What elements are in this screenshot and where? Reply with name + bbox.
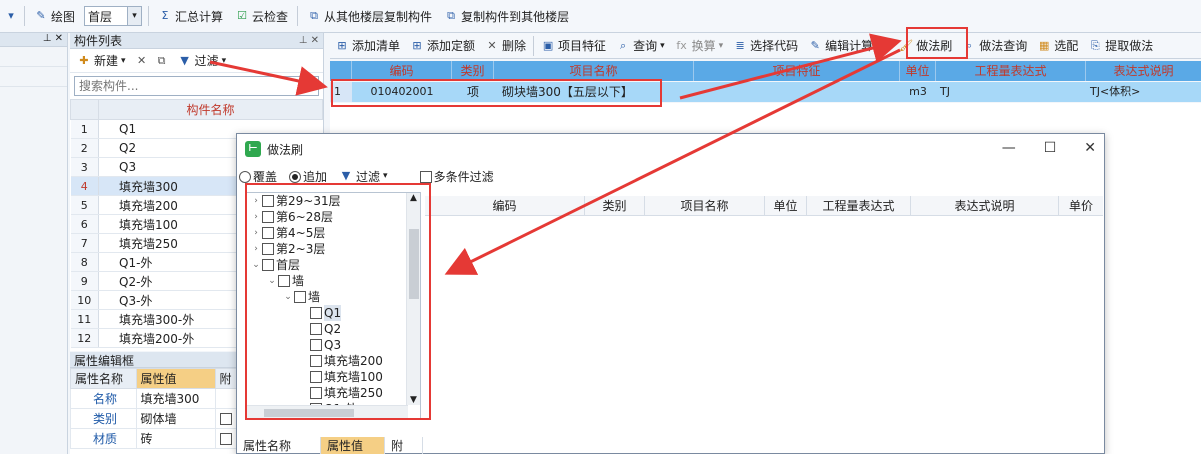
- arrow-brush-to-tree: [444, 48, 901, 275]
- annotation-arrows: [209, 33, 902, 275]
- arrow-row-to-brush: [679, 33, 902, 100]
- arrow-component-to-row: [209, 60, 328, 96]
